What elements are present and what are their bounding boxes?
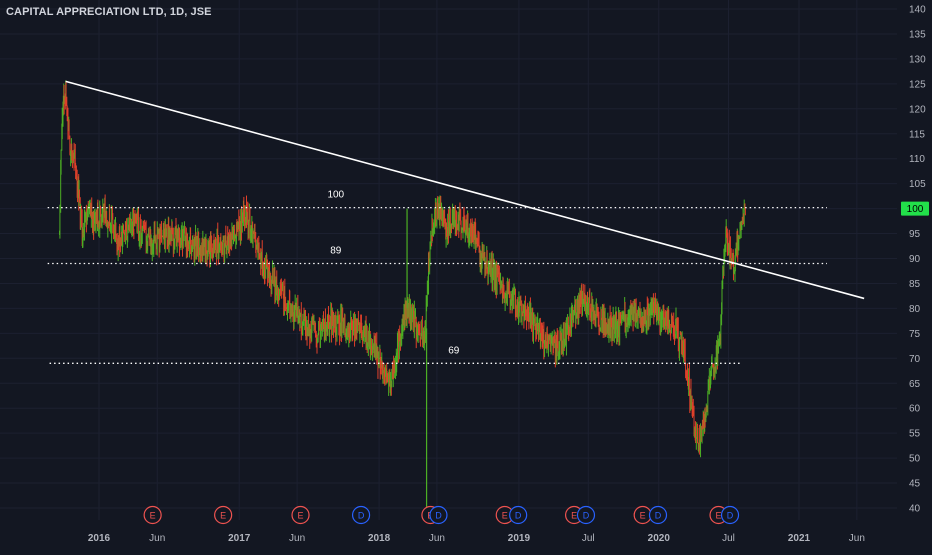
event-marker-E[interactable]: E (291, 505, 310, 525)
price-tick-label: 80 (909, 304, 921, 315)
time-tick-label: 2016 (88, 533, 111, 544)
time-tick-label: 2019 (508, 533, 531, 544)
time-tick-label: Jun (289, 533, 305, 544)
price-tick-label: 120 (909, 104, 926, 115)
price-tick-label: 95 (909, 229, 921, 240)
price-tick-label: 130 (909, 54, 926, 65)
event-marker-D[interactable]: D (648, 505, 668, 525)
price-tick-label: 115 (909, 129, 925, 140)
time-tick-label: 2018 (368, 533, 391, 544)
event-letter: D (727, 511, 734, 521)
time-tick-label: Jun (149, 533, 165, 544)
event-marker-D[interactable]: D (509, 505, 528, 525)
trendline[interactable] (65, 80, 865, 300)
event-letter: D (358, 511, 365, 521)
event-letter: E (716, 511, 722, 521)
level-label-89: 89 (330, 245, 342, 256)
time-tick-label: Jun (429, 533, 445, 544)
price-tick-label: 75 (909, 329, 921, 340)
event-marker-D[interactable]: D (429, 505, 448, 525)
price-tick-label: 125 (909, 79, 926, 90)
event-marker-E[interactable]: E (633, 505, 652, 525)
price-tick-label: 90 (909, 254, 921, 265)
price-tick-label: 40 (909, 504, 921, 515)
time-tick-label: Jul (582, 533, 595, 544)
event-letter: E (298, 511, 304, 521)
event-markers: EEEDEDEDEDEDED (143, 505, 740, 525)
time-tick-label: 2017 (228, 533, 251, 544)
price-tick-label: 85 (909, 279, 921, 290)
chart-title: CAPITAL APPRECIATION LTD, 1D, JSE (6, 6, 212, 18)
event-letter: E (571, 511, 577, 521)
event-letter: D (583, 511, 590, 521)
event-marker-E[interactable]: E (143, 505, 162, 525)
level-label-69: 69 (448, 345, 460, 356)
level-label-100: 100 (327, 190, 344, 201)
price-tick-label: 140 (909, 5, 926, 16)
event-letter: D (435, 511, 442, 521)
grid (0, 0, 897, 520)
price-tick-label: 135 (909, 29, 926, 40)
price-tick-label: 65 (909, 379, 921, 390)
time-tick-label: Jul (722, 533, 735, 544)
event-letter: E (220, 511, 226, 521)
event-marker-D[interactable]: D (351, 505, 371, 525)
event-marker-E[interactable]: E (214, 505, 233, 525)
event-marker-D[interactable]: D (720, 505, 740, 525)
price-axis: 40 45 50 55 60 65 70 75 80 85 90 95 100 105 110 115 120 1… (909, 5, 926, 515)
price-label-value: 100 (907, 204, 924, 215)
price-tick-label: 70 (909, 354, 921, 365)
current-price-label: 100 (901, 201, 929, 216)
time-tick-label: 2020 (648, 533, 671, 544)
price-tick-label: 50 (909, 454, 921, 465)
event-letter: E (150, 511, 156, 521)
time-tick-label: Jun (849, 533, 865, 544)
price-tick-label: 60 (909, 404, 921, 415)
price-tick-label: 45 (909, 479, 921, 490)
price-tick-label: 105 (909, 179, 926, 190)
price-chart[interactable]: 1008969 EEEDEDEDEDEDED 40455055606570758… (0, 0, 932, 550)
event-letter: E (502, 511, 508, 521)
candles (59, 80, 746, 508)
event-letter: D (655, 511, 662, 521)
time-tick-label: 2021 (788, 533, 811, 544)
chart-panel[interactable]: 1008969 EEEDEDEDEDEDED 40455055606570758… (0, 0, 932, 550)
event-letter: E (640, 511, 646, 521)
time-axis: 2016 Jun 2017 Jun 2018 Jun 2019 Jul 2020 Jul 2021 J… (88, 533, 865, 544)
event-letter: D (515, 511, 522, 521)
event-marker-D[interactable]: D (576, 505, 596, 525)
price-tick-label: 55 (909, 429, 921, 440)
price-tick-label: 110 (909, 154, 925, 165)
